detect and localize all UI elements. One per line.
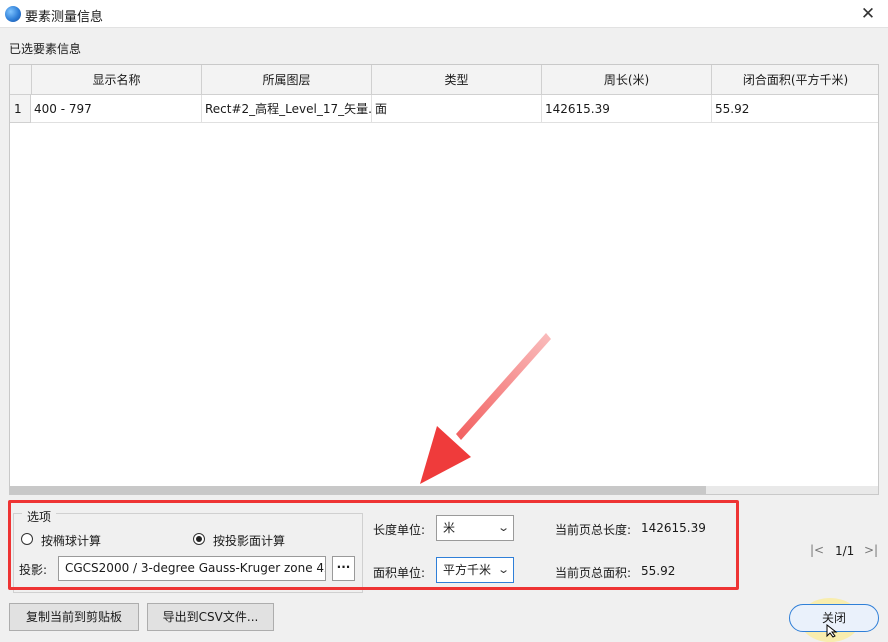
table-header: 显示名称 所属图层 类型 周长(米) 闭合面积(平方千米) — [10, 65, 878, 95]
last-page-icon[interactable]: >| — [864, 543, 878, 557]
title-bar: 要素测量信息 ✕ — [0, 0, 888, 28]
column-header-layer[interactable]: 所属图层 — [202, 65, 372, 95]
column-header-area[interactable]: 闭合面积(平方千米) — [712, 65, 878, 95]
first-page-icon[interactable]: |< — [810, 543, 824, 557]
cell-perimeter[interactable]: 142615.39 — [542, 95, 712, 123]
close-icon[interactable]: ✕ — [856, 3, 880, 25]
row-header-corner — [10, 65, 32, 95]
app-globe-icon — [5, 6, 21, 22]
cell-display-name[interactable]: 400 - 797 — [31, 95, 202, 123]
export-csv-button[interactable]: 导出到CSV文件... — [147, 603, 274, 631]
column-header-display-name[interactable]: 显示名称 — [32, 65, 202, 95]
features-table[interactable]: 显示名称 所属图层 类型 周长(米) 闭合面积(平方千米) 1 400 - 79… — [9, 64, 879, 495]
copy-to-clipboard-button[interactable]: 复制当前到剪贴板 — [9, 603, 139, 631]
cell-type[interactable]: 面 — [372, 95, 542, 123]
row-index: 1 — [10, 95, 31, 123]
horizontal-scrollbar[interactable] — [10, 486, 878, 494]
selected-features-label: 已选要素信息 — [9, 42, 82, 56]
cell-area[interactable]: 55.92 — [712, 95, 878, 123]
annotation-highlight-box — [8, 500, 739, 590]
scrollbar-thumb[interactable] — [10, 486, 706, 494]
column-header-type[interactable]: 类型 — [372, 65, 542, 95]
window-title: 要素测量信息 — [25, 10, 104, 25]
column-header-perimeter[interactable]: 周长(米) — [542, 65, 712, 95]
cell-layer[interactable]: Rect#2_高程_Level_17_矢量... — [202, 95, 372, 123]
page-indicator: 1/1 — [835, 544, 855, 558]
